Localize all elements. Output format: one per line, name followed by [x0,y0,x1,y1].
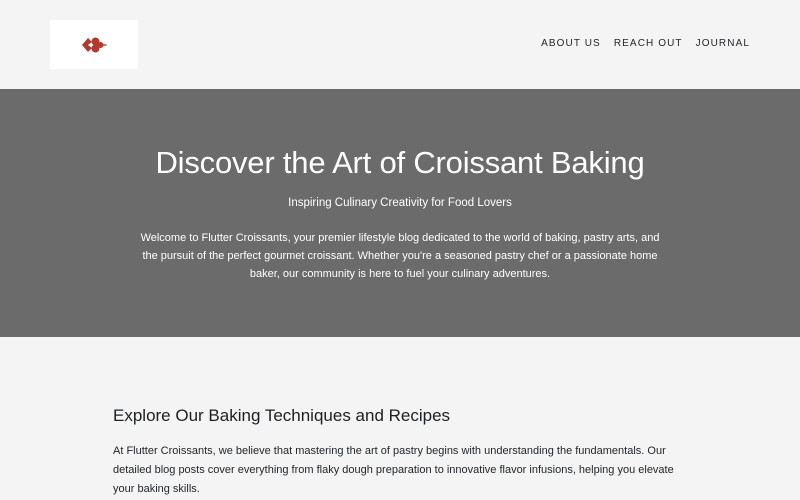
hero-title: Discover the Art of Croissant Baking [155,145,645,180]
croissant-logo-icon [82,37,107,52]
techniques-section: Explore Our Baking Techniques and Recipe… [113,405,693,499]
main-nav: ABOUT US REACH OUT JOURNAL [541,38,750,50]
section-heading: Explore Our Baking Techniques and Recipe… [113,406,451,425]
hero-banner: Discover the Art of Croissant Baking Ins… [0,89,800,337]
hero-intro: Welcome to Flutter Croissants, your prem… [140,232,660,280]
nav-about-us[interactable]: ABOUT US [541,38,601,50]
site-logo[interactable] [50,20,138,69]
site-header: ABOUT US REACH OUT JOURNAL [0,0,800,89]
section-body: At Flutter Croissants, we believe that m… [113,445,674,495]
nav-reach-out[interactable]: REACH OUT [614,38,683,50]
nav-journal[interactable]: JOURNAL [696,38,750,50]
hero-tagline: Inspiring Culinary Creativity for Food L… [288,197,512,209]
